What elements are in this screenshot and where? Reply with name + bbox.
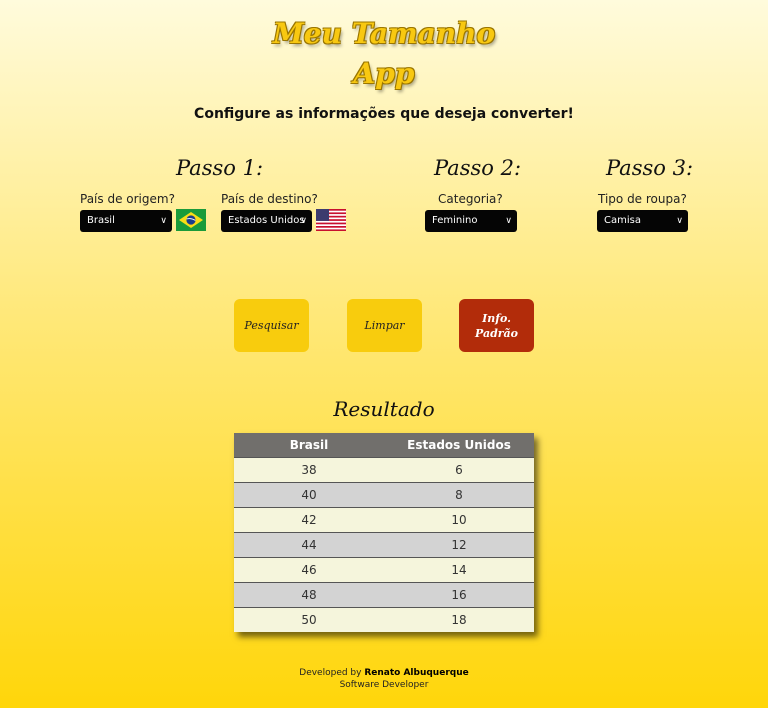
chevron-down-icon: ∨ [300,216,307,226]
table-cell: 40 [301,488,317,502]
category-select-value: Feminino [432,215,478,226]
result-title: Resultado [333,397,435,421]
table-cell: 8 [455,488,463,502]
table-cell: 48 [301,588,317,602]
step-1-heading: Passo 1: [176,156,264,180]
table-row: 42 10 [234,507,534,532]
brazil-flag-icon [176,209,206,231]
table-cell: 44 [301,538,317,552]
clothing-select-value: Camisa [604,215,641,226]
app-title-line1: Meu Tamanho [272,17,496,50]
step-3-heading: Passo 3: [606,156,694,180]
app-title-line2: App [353,57,415,90]
table-cell: 50 [301,613,317,627]
table-header-cell: Brasil [289,438,329,452]
category-select[interactable]: Feminino ∨ [425,210,517,232]
destination-select[interactable]: Estados Unidos ∨ [221,210,312,232]
chevron-down-icon: ∨ [676,216,683,226]
table-cell: 10 [451,513,467,527]
page-subtitle: Configure as informações que deseja conv… [194,106,574,122]
step-2-heading: Passo 2: [434,156,522,180]
chevron-down-icon: ∨ [160,216,167,226]
origin-select-value: Brasil [87,215,115,226]
footer: Developed by Renato Albuquerque Software… [0,667,768,691]
clothing-select[interactable]: Camisa ∨ [597,210,688,232]
table-row: 44 12 [234,532,534,557]
origin-select[interactable]: Brasil ∨ [80,210,172,232]
destination-label: País de destino? [221,192,318,206]
table-row: 48 16 [234,582,534,607]
category-label: Categoria? [438,192,503,206]
result-table: Brasil Estados Unidos 38 6 40 8 42 10 44… [234,433,534,632]
table-cell: 46 [301,563,317,577]
clothing-label: Tipo de roupa? [598,192,687,206]
table-header-cell: Estados Unidos [407,438,511,452]
footer-author: Renato Albuquerque [364,668,469,678]
clear-button[interactable]: Limpar [347,299,422,352]
table-cell: 14 [451,563,467,577]
table-row: 40 8 [234,482,534,507]
app-title: Meu Tamanho App [0,14,768,94]
table-cell: 16 [451,588,467,602]
footer-prefix: Developed by [299,668,365,678]
table-header: Brasil Estados Unidos [234,433,534,457]
table-row: 46 14 [234,557,534,582]
table-row: 38 6 [234,457,534,482]
usa-flag-icon [316,209,346,231]
origin-label: País de origem? [80,192,175,206]
info-standard-button[interactable]: Info. Padrão [459,299,534,352]
table-row: 50 18 [234,607,534,632]
table-cell: 38 [301,463,317,477]
search-button[interactable]: Pesquisar [234,299,309,352]
footer-role: Software Developer [339,680,429,690]
table-cell: 6 [455,463,463,477]
table-cell: 12 [451,538,467,552]
table-cell: 42 [301,513,317,527]
chevron-down-icon: ∨ [505,216,512,226]
destination-select-value: Estados Unidos [228,215,305,226]
table-cell: 18 [451,613,467,627]
footer-credit: Developed by Renato Albuquerque [0,667,768,679]
